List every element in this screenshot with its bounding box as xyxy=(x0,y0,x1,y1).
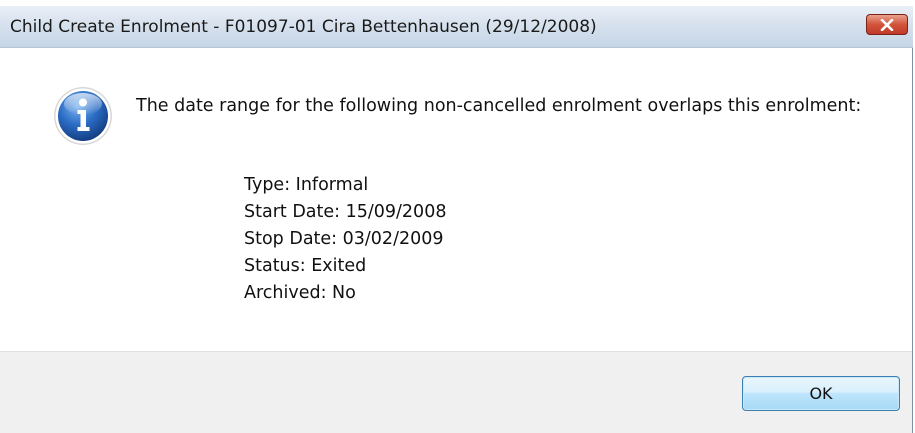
detail-start-date: Start Date: 15/09/2008 xyxy=(244,202,447,222)
dialog-message: The date range for the following non-can… xyxy=(136,96,862,116)
enrolment-details: Type: Informal Start Date: 15/09/2008 St… xyxy=(244,172,446,307)
close-button[interactable] xyxy=(866,14,908,35)
dialog-title: Child Create Enrolment - F01097-01 Cira … xyxy=(10,17,597,37)
dialog-body: The date range for the following non-can… xyxy=(0,48,912,351)
information-icon xyxy=(52,85,114,147)
detail-type: Type: Informal xyxy=(244,175,369,195)
ok-button[interactable]: OK xyxy=(742,376,900,411)
message-dialog: Child Create Enrolment - F01097-01 Cira … xyxy=(0,6,913,433)
dialog-button-bar: OK xyxy=(0,351,912,433)
detail-archived: Archived: No xyxy=(244,283,356,303)
close-icon xyxy=(879,18,895,31)
detail-stop-date: Stop Date: 03/02/2009 xyxy=(244,229,444,249)
detail-status: Status: Exited xyxy=(244,256,367,276)
dialog-title-bar[interactable]: Child Create Enrolment - F01097-01 Cira … xyxy=(0,6,913,48)
